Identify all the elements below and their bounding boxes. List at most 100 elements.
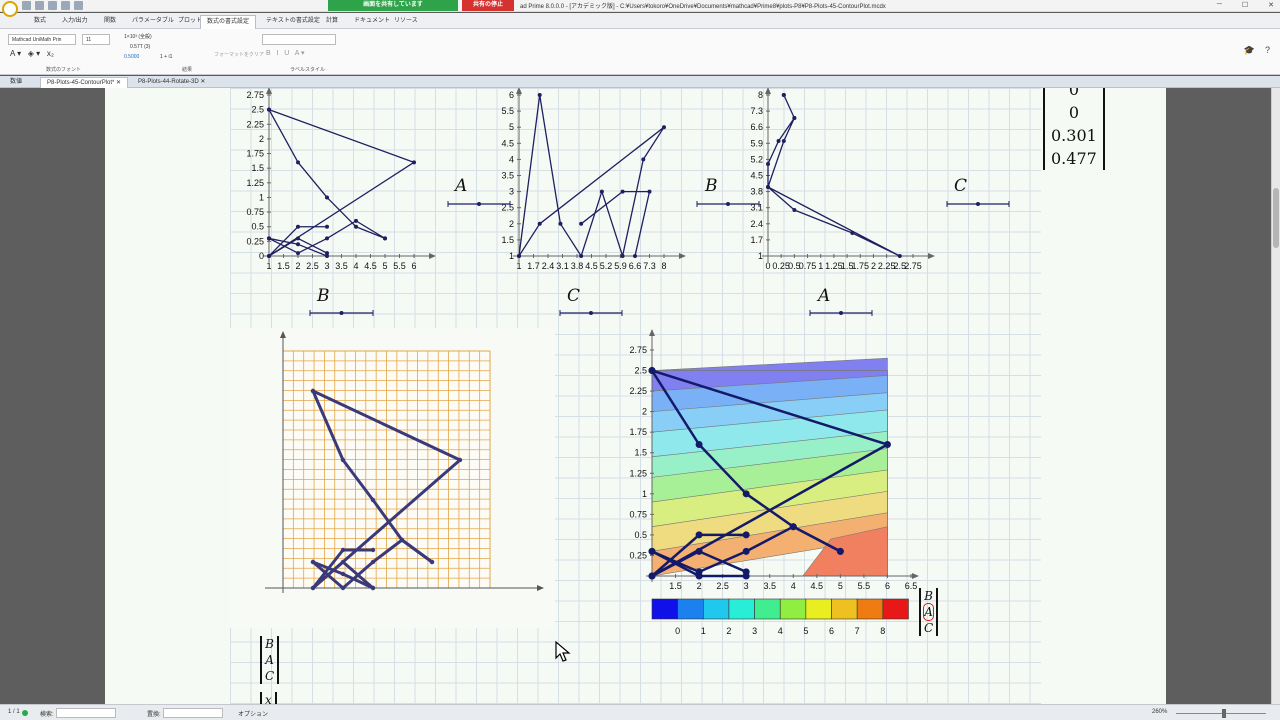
series-4-point <box>310 559 316 565</box>
series-1-point <box>325 224 329 229</box>
series-1-point <box>296 224 300 229</box>
x-tick-label: 8 <box>661 261 666 271</box>
zoom-slider[interactable] <box>1176 713 1266 714</box>
y-tick-label: 2.5 <box>251 105 264 115</box>
maximize-icon[interactable]: ☐ <box>1242 1 1248 9</box>
series-1-point <box>792 116 797 120</box>
series-2-point <box>310 388 316 394</box>
replace-input[interactable] <box>163 708 223 718</box>
legend-tick-label: 5 <box>803 626 808 636</box>
x-tick-label: 2.4 <box>542 261 555 271</box>
y-tick-label: 2 <box>509 219 514 229</box>
doc-tab-2[interactable]: P8-Plots-44-Rotate-3D ✕ <box>132 77 211 88</box>
ribbon-tab-6[interactable]: テキストの書式設定 <box>260 15 326 29</box>
y-tick-label: 1.5 <box>501 235 514 245</box>
x-tick-label: 5 <box>382 261 387 271</box>
ribbon-tab-2[interactable]: 関数 <box>98 15 122 29</box>
y-tick-label: 4.5 <box>750 171 763 181</box>
stop-sharing-button[interactable]: 共有の停止 <box>462 0 514 11</box>
zoom-slider-thumb[interactable] <box>1222 709 1226 718</box>
series-4-point <box>370 559 376 565</box>
ribbon-tab-9[interactable]: リソース <box>388 15 424 29</box>
x-tick-label: 6.5 <box>905 581 918 591</box>
y-tick-label: 1 <box>758 251 763 261</box>
mathcad-logo[interactable] <box>2 1 18 17</box>
legend-tick-label: 3 <box>752 626 757 636</box>
complex-format[interactable]: 1 + i1 <box>160 54 172 60</box>
legend-swatch <box>805 598 832 620</box>
group-label-result: 結果 <box>182 67 193 73</box>
close-icon[interactable]: ✕ <box>1268 1 1274 9</box>
series-1-point <box>537 221 542 226</box>
y-tick-label: 6.6 <box>750 122 763 132</box>
screen-share-status: 画面を共有しています <box>328 0 458 11</box>
y-tick-label: 5.2 <box>750 154 763 164</box>
open-folder-icon[interactable] <box>35 1 44 10</box>
font-format-icons[interactable]: A ▾ ◈ ▾ x₂ <box>10 49 54 58</box>
series-1-point <box>766 185 770 189</box>
series-3-point <box>340 571 346 577</box>
undo-icon[interactable] <box>61 1 70 10</box>
worksheet-page[interactable]: 0 0.25 0.5 0.75 1 1.25 1.5 1.75 2 2.25 2.5 2.75 1 1.5… <box>105 88 1166 704</box>
y-tick-label: 1.25 <box>246 178 264 188</box>
x-tick-label: 2.5 <box>306 261 319 271</box>
series-1-point <box>766 162 770 166</box>
y-tick-label: 3 <box>509 187 514 197</box>
search-input[interactable] <box>56 708 116 718</box>
legend-tick-label: 7 <box>855 626 860 636</box>
x-tick-label: 0 <box>765 261 770 271</box>
window-title: ad Prime 8.0.0.0 - [アカデミック版] - C:¥Users¥… <box>520 4 886 10</box>
label-format-icons[interactable]: B I U A ▾ <box>266 49 305 57</box>
scroll-thumb[interactable] <box>1273 188 1279 248</box>
y-tick-label: 0.25 <box>629 550 647 560</box>
x-tick-label: 6.6 <box>629 261 642 271</box>
x-tick-label: 3.1 <box>556 261 569 271</box>
legend-swatch <box>779 598 807 620</box>
save-icon[interactable] <box>48 1 57 10</box>
number-format-decimal[interactable]: 0.5000 <box>124 54 139 60</box>
series-4-point <box>354 218 358 223</box>
doc-tab-0[interactable]: 数値 <box>4 77 28 88</box>
ribbon-tab-0[interactable]: 数式 <box>28 15 52 29</box>
number-format-precision[interactable]: 0.57T (3) <box>130 44 150 50</box>
minimize-icon[interactable]: ─ <box>1217 1 1222 9</box>
ribbon-tab-7[interactable]: 計算 <box>320 15 344 29</box>
series-1-point <box>412 160 416 165</box>
placeholder-dot <box>589 311 593 315</box>
font-size-select[interactable]: 11 <box>82 34 110 45</box>
new-doc-icon[interactable] <box>22 1 31 10</box>
vector-bac-left[interactable]: BAC <box>260 636 280 684</box>
vector-x-entry: x <box>265 693 272 704</box>
series-3-point <box>296 242 300 247</box>
series-1 <box>268 109 415 257</box>
help-icon[interactable]: ? <box>1265 45 1270 56</box>
x-tick-label: 6 <box>885 581 890 591</box>
series-1-point <box>781 139 786 143</box>
legend-tick-label: 0 <box>675 626 680 636</box>
x-tick-label: 3.5 <box>335 261 348 271</box>
vertical-scrollbar[interactable] <box>1271 88 1280 704</box>
result-vector[interactable]: 0 0 0.301 0.477 <box>1043 88 1105 170</box>
options-button[interactable]: オプション <box>238 709 268 718</box>
font-name-select[interactable]: Mathcad UniMath Prin <box>8 34 76 45</box>
series-4-point <box>429 559 435 565</box>
x-tick-label: 1 <box>516 261 521 271</box>
graduation-cap-icon[interactable]: 🎓 <box>1244 45 1255 56</box>
ribbon-tab-5[interactable]: 数式の書式設定 <box>200 15 257 29</box>
doc-tab-1[interactable]: P8-Plots-45-ContourPlot* ✕ <box>40 77 129 88</box>
ribbon-tab-1[interactable]: 入力/出力 <box>56 15 94 29</box>
label-style-select[interactable] <box>262 34 336 45</box>
y-tick-label: 0.75 <box>246 207 264 217</box>
vector-x[interactable]: x <box>260 692 277 704</box>
legend-swatch <box>702 598 730 620</box>
redo-icon[interactable] <box>74 1 83 10</box>
series-1-point <box>897 254 902 258</box>
vector-bac-right[interactable]: BAC <box>919 588 939 636</box>
worksheet-canvas[interactable]: 0 0.25 0.5 0.75 1 1.25 1.5 1.75 2 2.25 2.5 2.75 1 1.5… <box>0 88 1280 704</box>
clear-format-button[interactable]: フォーマットをクリア <box>214 51 264 58</box>
x-tick-label: 3 <box>744 581 749 591</box>
series-4-point <box>340 585 346 591</box>
number-format-general[interactable]: 1×10³ (全般) <box>124 33 152 40</box>
x-tick-label: 3.5 <box>763 581 776 591</box>
series-2-point <box>742 490 750 498</box>
